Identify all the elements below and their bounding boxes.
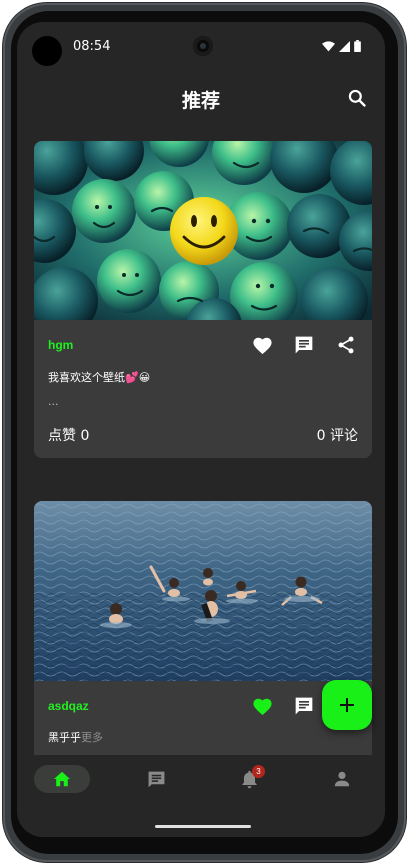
bottom-navigation: 3 xyxy=(17,755,385,837)
smiley-wallpaper-image xyxy=(34,141,372,320)
post-text: 黑乎乎更多 xyxy=(48,729,103,745)
post-card[interactable]: asdqaz 黑乎乎更多 xyxy=(34,501,372,764)
heart-icon xyxy=(252,337,272,354)
plus-icon xyxy=(340,698,354,712)
gesture-home-indicator[interactable] xyxy=(155,825,251,828)
create-post-button[interactable] xyxy=(322,680,372,730)
share-icon xyxy=(338,336,354,354)
like-count: 点赞 0 xyxy=(48,428,90,444)
status-time: 08:54 xyxy=(73,39,111,54)
comment-button[interactable] xyxy=(292,333,316,357)
comment-icon xyxy=(295,336,313,354)
share-button[interactable] xyxy=(334,333,358,357)
person-icon xyxy=(334,771,350,787)
post-actions xyxy=(250,333,358,357)
post-author[interactable]: hgm xyxy=(48,338,73,352)
sea-swimmers-image xyxy=(34,501,372,681)
search-icon xyxy=(348,89,366,107)
signal-icon xyxy=(339,40,350,52)
nav-profile[interactable] xyxy=(314,765,370,793)
post-text-content: 黑乎乎 xyxy=(48,731,81,744)
more-link[interactable]: 更多 xyxy=(81,731,103,744)
nav-notifications[interactable]: 3 xyxy=(221,765,277,793)
comment-count[interactable]: 0 评论 xyxy=(317,425,358,445)
camera-cutout xyxy=(32,36,62,66)
post-header: asdqaz xyxy=(48,694,358,718)
nav-home[interactable] xyxy=(34,765,90,793)
post-image[interactable] xyxy=(34,141,372,320)
post-image[interactable] xyxy=(34,501,372,681)
search-button[interactable] xyxy=(343,84,371,112)
wifi-icon xyxy=(322,40,335,51)
post-text: 我喜欢这个壁纸💕😀 xyxy=(48,371,151,384)
post-card[interactable]: hgm 我喜欢这个壁纸💕😀 ... 点赞 0 0 评论 xyxy=(34,141,372,458)
status-bar: 08:54 xyxy=(17,22,385,68)
front-camera xyxy=(193,36,213,56)
post-header: hgm xyxy=(48,333,358,357)
comment-button[interactable] xyxy=(292,694,316,718)
app-bar: 推荐 xyxy=(17,68,385,130)
post-text-overflow: ... xyxy=(48,395,59,408)
nav-messages[interactable] xyxy=(128,765,184,793)
post-feed[interactable]: hgm 我喜欢这个壁纸💕😀 ... 点赞 0 0 评论 asdqaz 黑乎乎更多 xyxy=(17,130,385,764)
home-icon xyxy=(54,771,70,787)
status-icons xyxy=(322,40,361,52)
page-title: 推荐 xyxy=(181,90,220,112)
like-button[interactable] xyxy=(250,694,274,718)
post-author[interactable]: asdqaz xyxy=(48,699,89,713)
post-stats: 点赞 0 0 评论 xyxy=(48,425,358,445)
battery-icon xyxy=(354,40,361,52)
screen: 08:54 推荐 hgm 我喜欢这个壁纸💕😀 ... 点赞 0 0 评论 asd… xyxy=(17,22,385,837)
comment-icon xyxy=(295,697,313,715)
chat-icon xyxy=(148,771,164,787)
like-button[interactable] xyxy=(250,333,274,357)
heart-icon xyxy=(252,698,272,715)
notification-badge: 3 xyxy=(252,765,265,778)
